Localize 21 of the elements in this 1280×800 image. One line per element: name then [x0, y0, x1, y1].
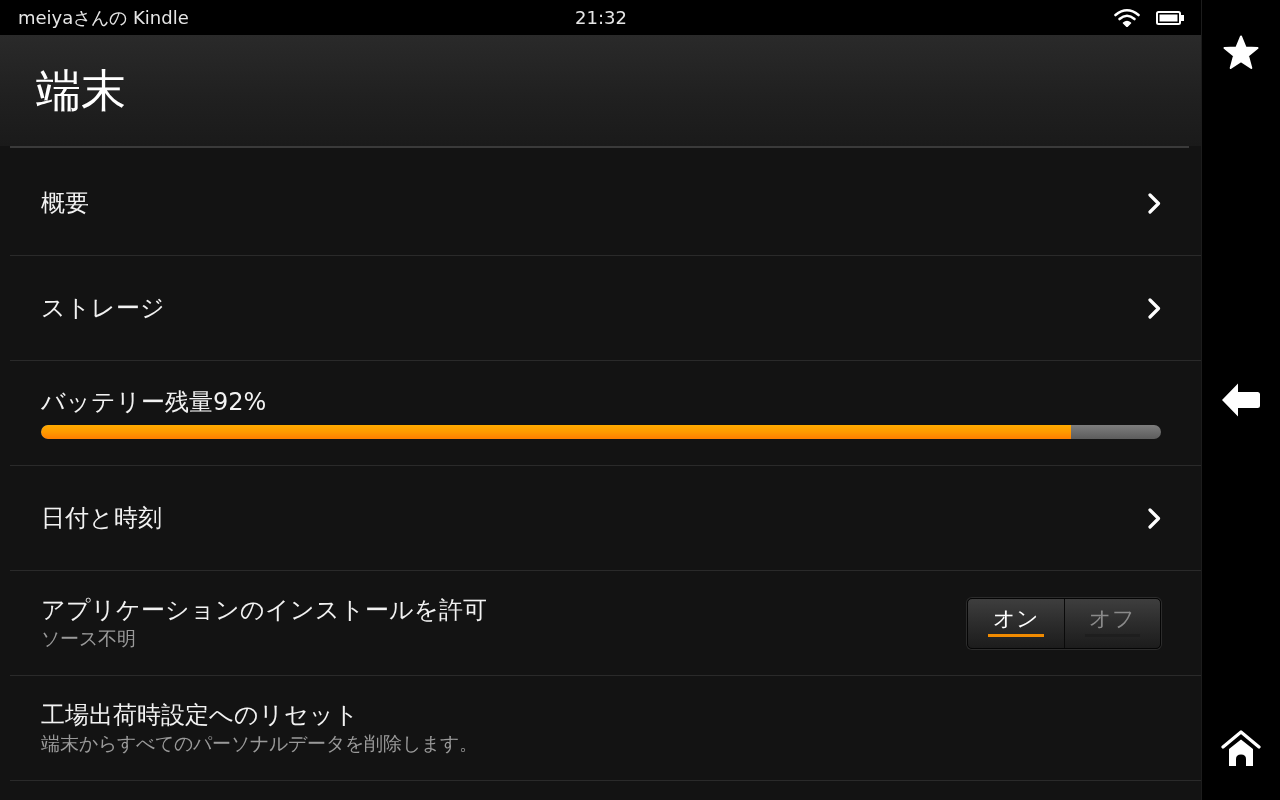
battery-icon [1156, 10, 1184, 25]
setting-label: バッテリー残量92% [41, 387, 267, 417]
setting-label[interactable]: 日付と時刻 [41, 503, 162, 533]
home-icon[interactable] [1221, 730, 1261, 766]
star-icon[interactable] [1223, 35, 1259, 70]
page-title: 端末 [36, 62, 126, 119]
back-arrow-icon[interactable] [1222, 383, 1260, 417]
setting-label[interactable]: ストレージ [41, 293, 165, 323]
setting-label: アプリケーションのインストールを許可 [41, 595, 487, 625]
setting-description: ソース不明 [41, 626, 136, 651]
wifi-icon [1114, 8, 1140, 27]
setting-label[interactable]: 工場出荷時設定へのリセット [41, 700, 359, 730]
chevron-icon [1148, 192, 1161, 214]
chevron-icon [1148, 297, 1161, 319]
setting-description: 端末からすべてのパーソナルデータを削除します。 [41, 731, 478, 756]
device-name: meiyaさんの Kindle [18, 6, 189, 29]
status-time: 21:32 [575, 6, 627, 29]
chevron-icon [1148, 507, 1161, 529]
toggle-option[interactable]: オン [968, 598, 1064, 648]
setting-label[interactable]: 概要 [41, 188, 89, 218]
toggle-option[interactable]: オフ [1063, 598, 1160, 648]
